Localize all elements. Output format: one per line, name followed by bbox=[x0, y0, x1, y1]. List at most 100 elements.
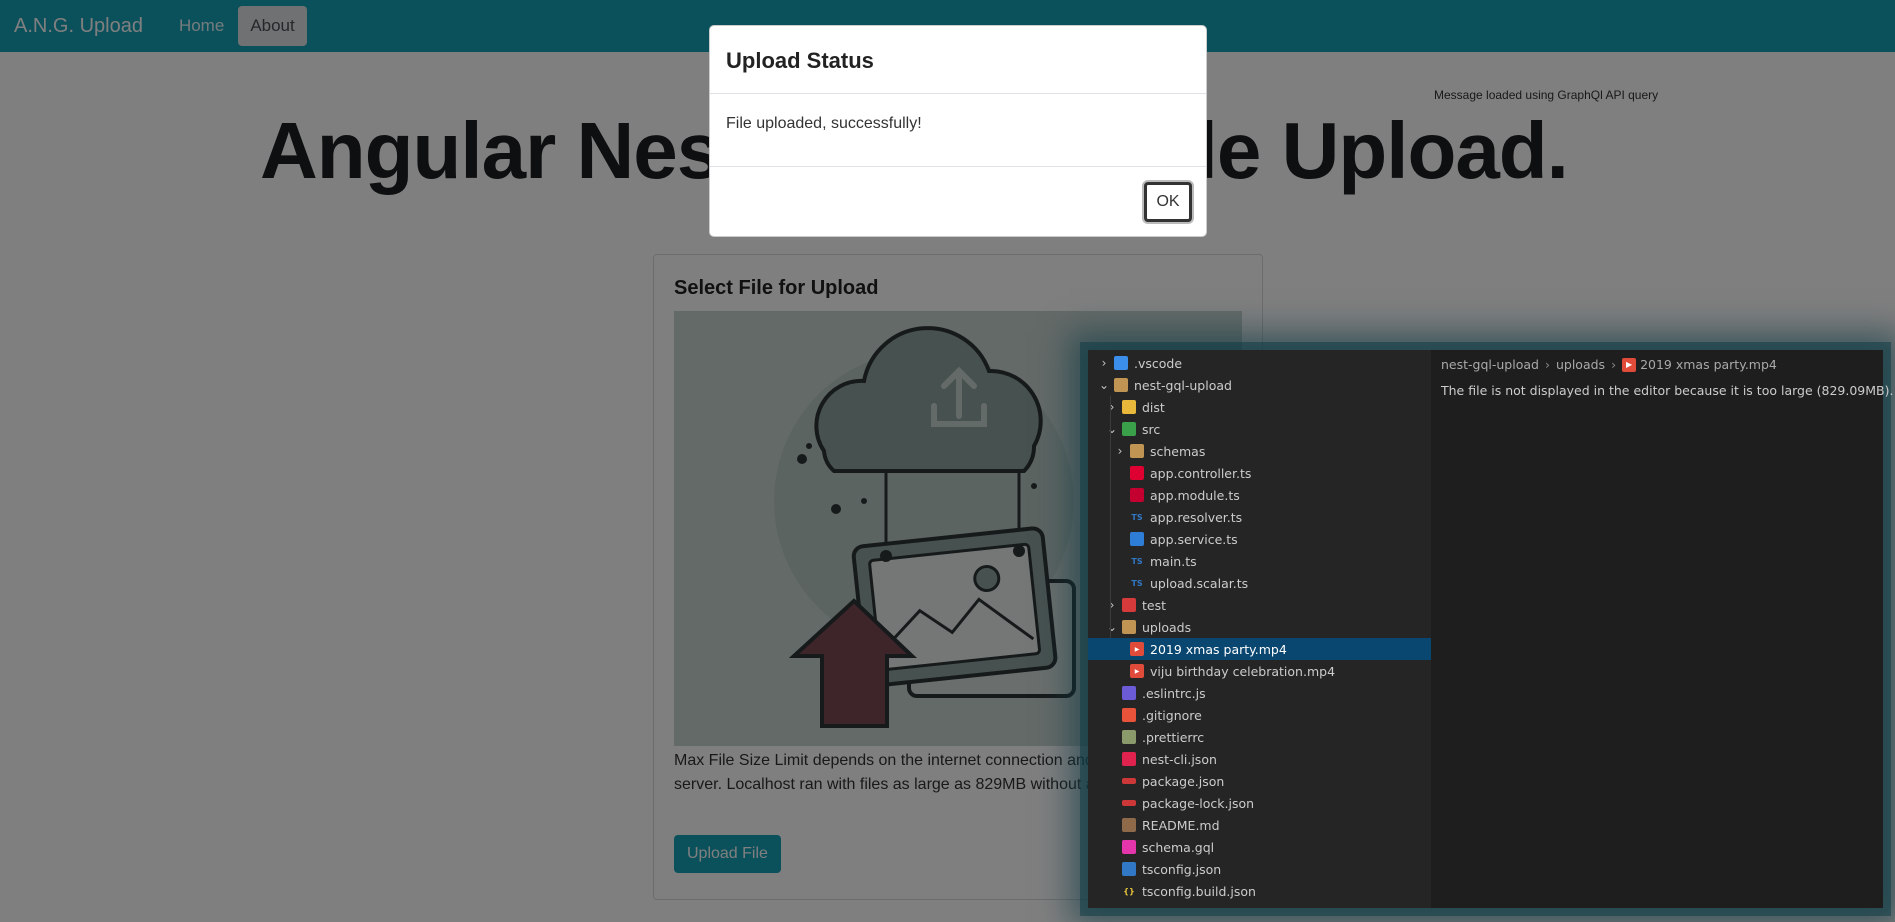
typescript-icon: TS bbox=[1131, 556, 1143, 566]
tree-item-label: app.module.ts bbox=[1150, 487, 1240, 503]
tree-folder-row[interactable]: ⌄ nest-gql-upload bbox=[1088, 374, 1431, 396]
tree-item-label: README.md bbox=[1142, 817, 1220, 833]
npm-icon bbox=[1122, 778, 1136, 784]
tree-item-label: .prettierrc bbox=[1142, 729, 1205, 745]
tree-item-label: main.ts bbox=[1150, 553, 1197, 569]
markdown-icon bbox=[1122, 818, 1136, 832]
tree-item-label: 2019 xmas party.mp4 bbox=[1150, 641, 1287, 657]
tree-item-label: upload.scalar.ts bbox=[1150, 575, 1249, 591]
modal-footer: OK bbox=[710, 166, 1206, 238]
tree-item-label: app.controller.ts bbox=[1150, 465, 1252, 481]
tree-file-row[interactable]: app.module.ts bbox=[1088, 484, 1431, 506]
chevron-right-icon: › bbox=[1611, 357, 1617, 372]
chevron-right-icon: › bbox=[1544, 357, 1550, 372]
tree-item-label: uploads bbox=[1142, 619, 1192, 635]
graphql-icon bbox=[1122, 840, 1136, 854]
folder-icon bbox=[1130, 444, 1144, 458]
video-icon: ▶ bbox=[1130, 664, 1144, 678]
tree-folder-row[interactable]: ⌄ src bbox=[1088, 418, 1431, 440]
tree-file-row[interactable]: package.json bbox=[1088, 770, 1431, 792]
tree-file-row[interactable]: {} tsconfig.build.json bbox=[1088, 880, 1431, 902]
tree-item-label: nest-gql-upload bbox=[1134, 377, 1232, 393]
typescript-icon: TS bbox=[1131, 512, 1143, 522]
tree-item-label: .gitignore bbox=[1142, 707, 1202, 723]
tree-item-label: schema.gql bbox=[1142, 839, 1215, 855]
tree-item-label: nest-cli.json bbox=[1142, 751, 1217, 767]
modal-message: File uploaded, successfully! bbox=[726, 115, 922, 132]
tree-item-label: tsconfig.build.json bbox=[1142, 883, 1256, 899]
tree-file-row[interactable]: .gitignore bbox=[1088, 704, 1431, 726]
tsconfig-icon bbox=[1122, 862, 1136, 876]
breadcrumb: nest-gql-upload › uploads › ▶ 2019 xmas … bbox=[1441, 357, 1777, 372]
modal-title: Upload Status bbox=[726, 48, 874, 73]
tree-item-label: app.resolver.ts bbox=[1150, 509, 1243, 525]
vscode-folder-icon bbox=[1114, 356, 1128, 370]
tree-file-row[interactable]: tsconfig.json bbox=[1088, 858, 1431, 880]
angular-service-icon bbox=[1130, 532, 1144, 546]
chevron-right-icon[interactable]: › bbox=[1106, 598, 1118, 612]
video-icon: ▶ bbox=[1130, 642, 1144, 656]
src-folder-icon bbox=[1122, 422, 1136, 436]
prettier-icon bbox=[1122, 730, 1136, 744]
json-icon: {} bbox=[1123, 886, 1135, 896]
folder-open-icon bbox=[1114, 378, 1128, 392]
breadcrumb-item[interactable]: 2019 xmas party.mp4 bbox=[1640, 357, 1777, 372]
eslint-icon bbox=[1122, 686, 1136, 700]
chevron-down-icon[interactable]: ⌄ bbox=[1098, 378, 1110, 392]
tree-item-label: .eslintrc.js bbox=[1142, 685, 1206, 701]
video-icon: ▶ bbox=[1622, 357, 1637, 372]
typescript-icon: TS bbox=[1131, 578, 1143, 588]
tree-file-row[interactable]: package-lock.json bbox=[1088, 792, 1431, 814]
chevron-right-icon[interactable]: › bbox=[1106, 400, 1118, 414]
vscode-editor-overlay: › .vscode ⌄ nest-gql-upload › dist ⌄ src › schema… bbox=[1088, 350, 1893, 908]
tree-item-label: viju birthday celebration.mp4 bbox=[1150, 663, 1336, 679]
indent-guide bbox=[1110, 396, 1111, 638]
breadcrumb-item[interactable]: uploads bbox=[1556, 357, 1605, 372]
tree-file-row[interactable]: schema.gql bbox=[1088, 836, 1431, 858]
nest-icon bbox=[1122, 752, 1136, 766]
tree-file-row[interactable]: TS upload.scalar.ts bbox=[1088, 572, 1431, 594]
tree-item-label: package.json bbox=[1142, 773, 1225, 789]
tree-file-row[interactable]: ▶ 2019 xmas party.mp4 bbox=[1088, 638, 1431, 660]
tree-item-label: dist bbox=[1142, 399, 1165, 415]
folder-icon bbox=[1122, 400, 1136, 414]
tree-item-label: test bbox=[1142, 597, 1167, 613]
tree-item-label: .vscode bbox=[1134, 355, 1183, 371]
git-icon bbox=[1122, 708, 1136, 722]
tree-file-row[interactable]: app.controller.ts bbox=[1088, 462, 1431, 484]
tree-item-label: src bbox=[1142, 421, 1161, 437]
angular-module-icon bbox=[1130, 488, 1144, 502]
file-explorer: › .vscode ⌄ nest-gql-upload › dist ⌄ src › schema… bbox=[1088, 350, 1431, 908]
tree-item-label: app.service.ts bbox=[1150, 531, 1238, 547]
editor-pane: nest-gql-upload › uploads › ▶ 2019 xmas … bbox=[1431, 350, 1893, 908]
chevron-right-icon[interactable]: › bbox=[1098, 356, 1110, 370]
tree-item-label: package-lock.json bbox=[1142, 795, 1255, 811]
tree-folder-row[interactable]: › schemas bbox=[1088, 440, 1431, 462]
tree-item-label: schemas bbox=[1150, 443, 1206, 459]
tree-folder-row[interactable]: ⌄ uploads bbox=[1088, 616, 1431, 638]
tree-folder-row[interactable]: › .vscode bbox=[1088, 352, 1431, 374]
tree-folder-row[interactable]: › test bbox=[1088, 594, 1431, 616]
tree-file-row[interactable]: README.md bbox=[1088, 814, 1431, 836]
tree-file-row[interactable]: .prettierrc bbox=[1088, 726, 1431, 748]
chevron-down-icon[interactable]: ⌄ bbox=[1106, 422, 1118, 436]
chevron-down-icon[interactable]: ⌄ bbox=[1106, 620, 1118, 634]
tree-file-row[interactable]: .eslintrc.js bbox=[1088, 682, 1431, 704]
upload-status-modal: Upload Status File uploaded, successfull… bbox=[709, 25, 1207, 237]
folder-open-icon bbox=[1122, 620, 1136, 634]
breadcrumb-item[interactable]: nest-gql-upload bbox=[1441, 357, 1539, 372]
tree-file-row[interactable]: TS main.ts bbox=[1088, 550, 1431, 572]
tree-file-row[interactable]: TS app.resolver.ts bbox=[1088, 506, 1431, 528]
tree-item-label: tsconfig.json bbox=[1142, 861, 1222, 877]
ok-button[interactable]: OK bbox=[1144, 182, 1192, 222]
tree-file-row[interactable]: nest-cli.json bbox=[1088, 748, 1431, 770]
modal-header: Upload Status bbox=[710, 26, 1206, 94]
chevron-right-icon[interactable]: › bbox=[1114, 444, 1126, 458]
file-too-large-message: The file is not displayed in the editor … bbox=[1441, 383, 1894, 398]
tree-file-row[interactable]: app.service.ts bbox=[1088, 528, 1431, 550]
tree-folder-row[interactable]: › dist bbox=[1088, 396, 1431, 418]
angular-icon bbox=[1130, 466, 1144, 480]
npm-icon bbox=[1122, 800, 1136, 806]
test-folder-icon bbox=[1122, 598, 1136, 612]
tree-file-row[interactable]: ▶ viju birthday celebration.mp4 bbox=[1088, 660, 1431, 682]
